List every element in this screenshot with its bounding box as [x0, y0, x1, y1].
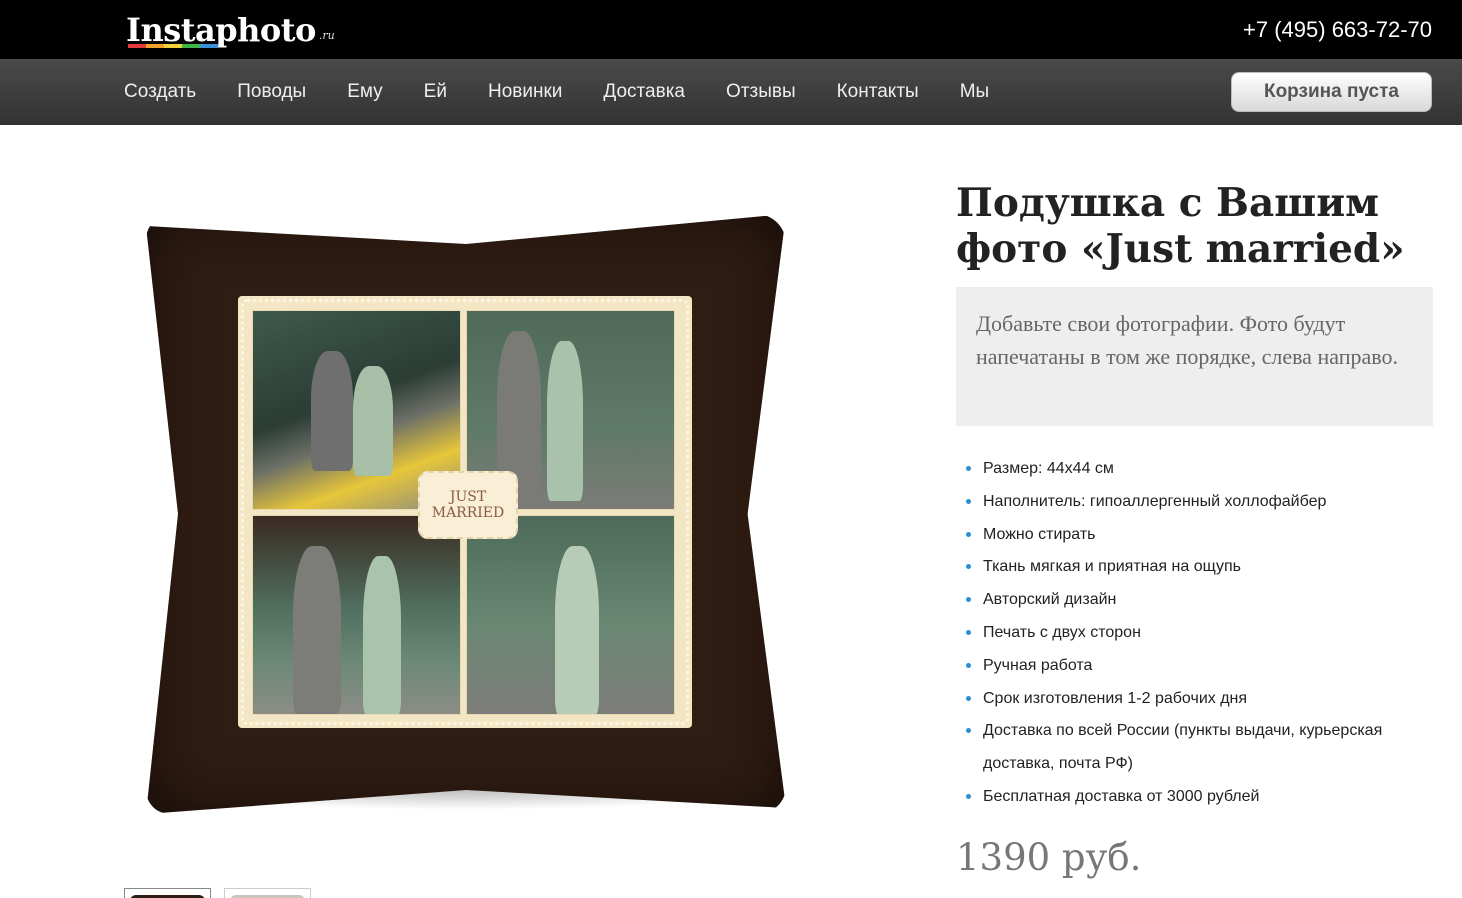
nav-item-contacts[interactable]: Контакты	[837, 81, 919, 103]
bullet-icon	[966, 597, 971, 603]
feature-item: Авторский дизайн	[964, 584, 1434, 617]
bullet-icon	[966, 695, 971, 701]
bullet-icon	[966, 728, 971, 734]
bullet-icon	[966, 498, 971, 504]
feature-item: Бесплатная доставка от 3000 рублей	[964, 781, 1434, 814]
feature-item: Печать с двух сторон	[964, 617, 1434, 650]
phone-number[interactable]: +7 (495) 663-72-70	[1243, 17, 1432, 43]
top-bar: Instaphoto .ru +7 (495) 663-72-70	[0, 0, 1462, 59]
person-figure	[293, 546, 341, 714]
person-figure	[363, 556, 401, 714]
badge-line-2: MARRIED	[431, 505, 505, 521]
thumbnail-1[interactable]	[124, 888, 211, 898]
feature-item: Ручная работа	[964, 650, 1434, 683]
feature-text: Наполнитель: гипоаллергенный холлофайбер	[983, 492, 1327, 510]
nav-item-about[interactable]: Мы	[960, 81, 989, 103]
logo-suffix: .ru	[318, 29, 335, 42]
nav-item-for-him[interactable]: Ему	[347, 81, 382, 103]
feature-text: Доставка по всей России (пункты выдачи, …	[983, 722, 1383, 773]
feature-text: Ручная работа	[983, 656, 1093, 674]
feature-text: Печать с двух сторон	[983, 623, 1141, 641]
feature-text: Срок изготовления 1-2 рабочих дня	[983, 689, 1248, 707]
feature-item: Наполнитель: гипоаллергенный холлофайбер	[964, 486, 1434, 519]
product-title: Подушка с Вашим фото «Just married»	[956, 180, 1405, 272]
bullet-icon	[966, 793, 971, 799]
logo-color-stripe	[128, 44, 218, 48]
feature-text: Можно стирать	[983, 525, 1096, 543]
bullet-icon	[966, 531, 971, 537]
photo-collage: JUST MARRIED	[238, 296, 692, 728]
feature-item: Доставка по всей России (пункты выдачи, …	[964, 715, 1434, 781]
cart-button[interactable]: Корзина пуста	[1231, 72, 1432, 112]
feature-item: Ткань мягкая и приятная на ощупь	[964, 551, 1434, 584]
nav-item-occasions[interactable]: Поводы	[237, 81, 306, 103]
main-nav: Создать Поводы Ему Ей Новинки Доставка О…	[124, 59, 1030, 125]
bullet-icon	[966, 629, 971, 635]
badge-line-1: JUST	[449, 489, 487, 505]
feature-item: Срок изготовления 1-2 рабочих дня	[964, 683, 1434, 716]
person-figure	[547, 341, 583, 501]
bullet-icon	[966, 662, 971, 668]
feature-text: Бесплатная доставка от 3000 рублей	[983, 787, 1260, 805]
main-nav-bar: Создать Поводы Ему Ей Новинки Доставка О…	[0, 59, 1462, 125]
collage-photo-4	[466, 515, 675, 715]
feature-text: Размер: 44х44 см	[983, 460, 1114, 477]
bullet-icon	[966, 466, 971, 471]
feature-item: Размер: 44х44 см	[964, 453, 1434, 486]
nav-item-new[interactable]: Новинки	[488, 81, 562, 103]
person-figure	[555, 546, 599, 714]
product-gallery: JUST MARRIED	[124, 170, 824, 898]
nav-item-create[interactable]: Создать	[124, 81, 196, 103]
thumbnail-strip	[124, 888, 324, 898]
feature-text: Авторский дизайн	[983, 591, 1117, 609]
person-figure	[353, 366, 393, 476]
product-price: 1390 руб.	[956, 836, 1142, 879]
nav-item-for-her[interactable]: Ей	[424, 81, 447, 103]
site-logo[interactable]: Instaphoto .ru	[126, 8, 335, 48]
logo-text: Instaphoto	[126, 11, 316, 49]
collage-photo-3	[252, 515, 461, 715]
nav-item-reviews[interactable]: Отзывы	[726, 81, 796, 103]
feature-item: Можно стирать	[964, 519, 1434, 552]
nav-item-delivery[interactable]: Доставка	[603, 81, 685, 103]
photo-order-notice: Добавьте свои фотографии. Фото будут нап…	[956, 287, 1433, 426]
just-married-badge: JUST MARRIED	[418, 471, 518, 539]
feature-text: Ткань мягкая и приятная на ощупь	[983, 558, 1241, 576]
person-figure	[311, 351, 353, 471]
features-list: Размер: 44х44 см Наполнитель: гипоаллерг…	[964, 453, 1434, 814]
bullet-icon	[966, 564, 971, 570]
thumbnail-2[interactable]	[224, 888, 311, 898]
